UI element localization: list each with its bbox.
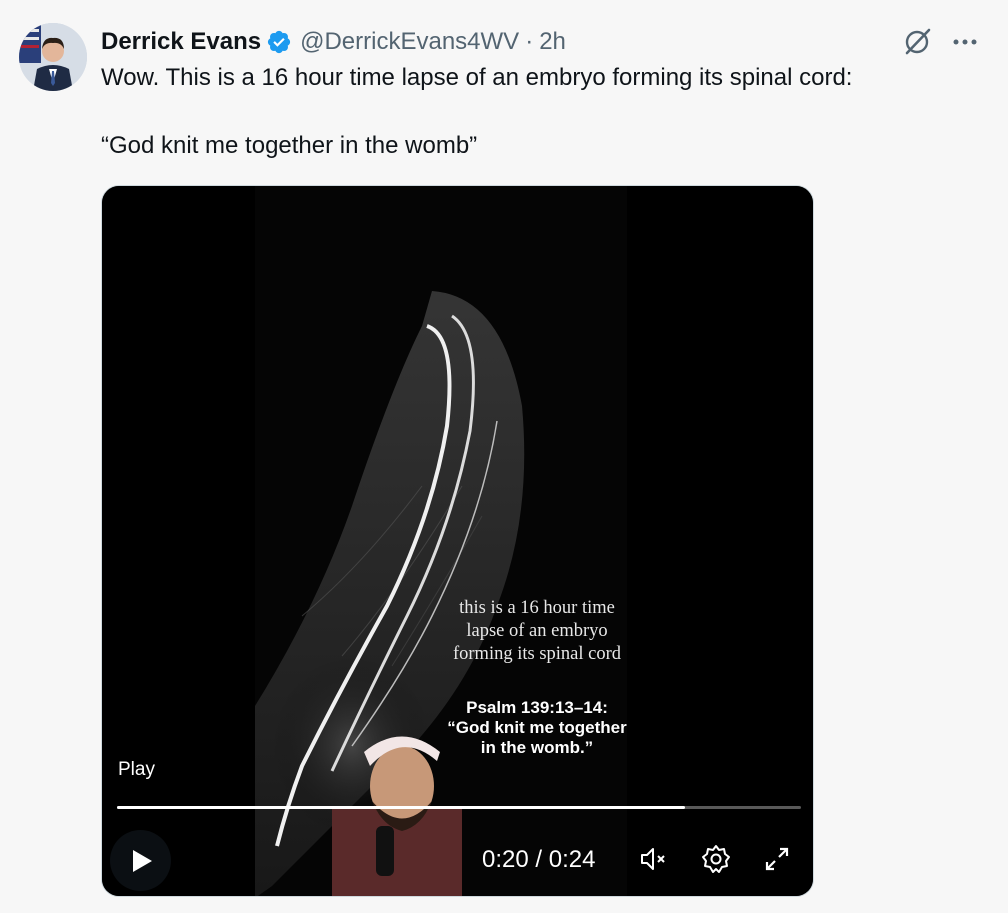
separator-dot: · — [525, 28, 534, 55]
video-progress-fill — [117, 806, 685, 809]
post-timestamp[interactable]: 2h — [539, 28, 566, 56]
video-verse-line: in the womb.” — [480, 738, 594, 757]
video-verse-line: “God knit me together — [447, 718, 627, 737]
video-player[interactable]: this is a 16 hour time lapse of an embry… — [101, 185, 814, 897]
author-handle[interactable]: @DerrickEvans4WV — [300, 28, 519, 56]
play-tooltip: Play — [118, 759, 155, 780]
video-progress-bar[interactable] — [117, 806, 801, 809]
more-options-icon[interactable] — [948, 25, 982, 59]
post-text-line-2: “God knit me together in the womb” — [101, 132, 478, 159]
video-caption-line: forming its spinal cord — [452, 644, 622, 664]
expand-icon[interactable] — [760, 842, 794, 876]
post-text-line-1: Wow. This is a 16 hour time lapse of an … — [101, 64, 853, 91]
video-caption-line: lapse of an embryo — [466, 621, 608, 641]
post-header: Derrick Evans @DerrickEvans4WV · 2h — [101, 26, 566, 58]
video-time-readout: 0:20 / 0:24 — [482, 846, 596, 873]
volume-muted-icon[interactable] — [637, 842, 671, 876]
play-button[interactable] — [110, 830, 171, 891]
play-icon — [132, 849, 152, 872]
author-name[interactable]: Derrick Evans — [101, 28, 261, 56]
video-frame — [102, 186, 813, 896]
video-verse-line: Psalm 139:13–14: — [466, 698, 608, 717]
video-caption: this is a 16 hour time lapse of an embry… — [432, 597, 642, 666]
avatar[interactable] — [19, 23, 87, 91]
verified-badge-icon — [268, 30, 291, 54]
post-actions — [900, 25, 982, 59]
grok-icon[interactable] — [900, 25, 934, 59]
gear-icon[interactable] — [699, 842, 733, 876]
video-verse: Psalm 139:13–14: “God knit me together i… — [432, 698, 642, 758]
video-caption-line: this is a 16 hour time — [459, 598, 615, 618]
